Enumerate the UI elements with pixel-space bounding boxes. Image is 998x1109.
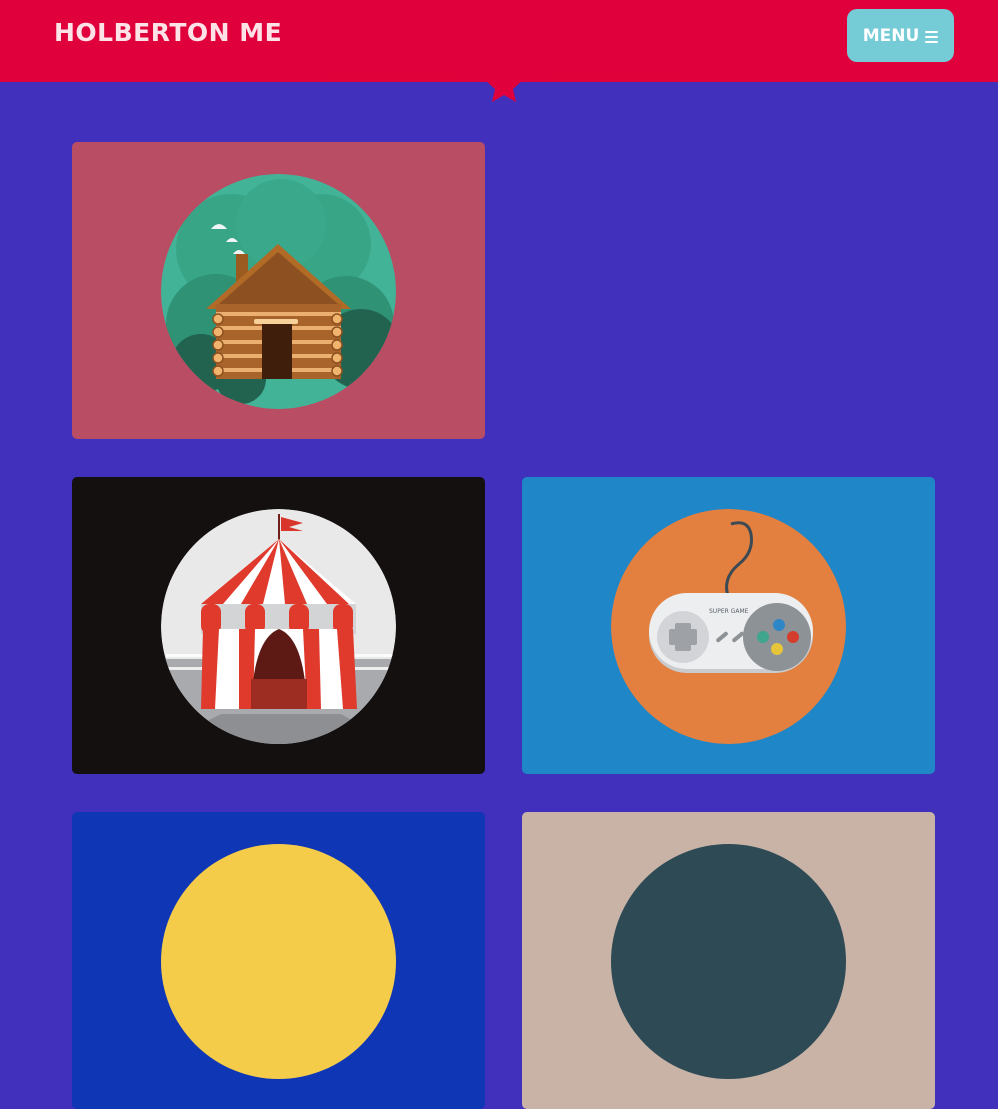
header-ribbon-left xyxy=(322,76,462,82)
portfolio-card-circus[interactable] xyxy=(72,477,485,774)
site-brand[interactable]: HOLBERTON ME xyxy=(54,18,282,47)
controller-label: SUPER GAME xyxy=(709,608,749,615)
yellow-disc-icon xyxy=(161,844,396,1079)
hamburger-icon xyxy=(925,30,939,43)
header-ribbon-right xyxy=(546,76,686,82)
menu-label: MENU xyxy=(862,25,920,46)
log-cabin-icon xyxy=(161,174,396,409)
game-controller-icon: SUPER GAME xyxy=(611,509,846,744)
circus-tent-icon xyxy=(161,509,396,744)
portfolio-card-cabin[interactable] xyxy=(72,142,485,439)
star-icon xyxy=(476,66,532,106)
dark-disc-icon xyxy=(611,844,846,1079)
menu-button[interactable]: MENU xyxy=(847,9,954,62)
portfolio-card-controller[interactable]: SUPER GAME xyxy=(522,477,935,774)
